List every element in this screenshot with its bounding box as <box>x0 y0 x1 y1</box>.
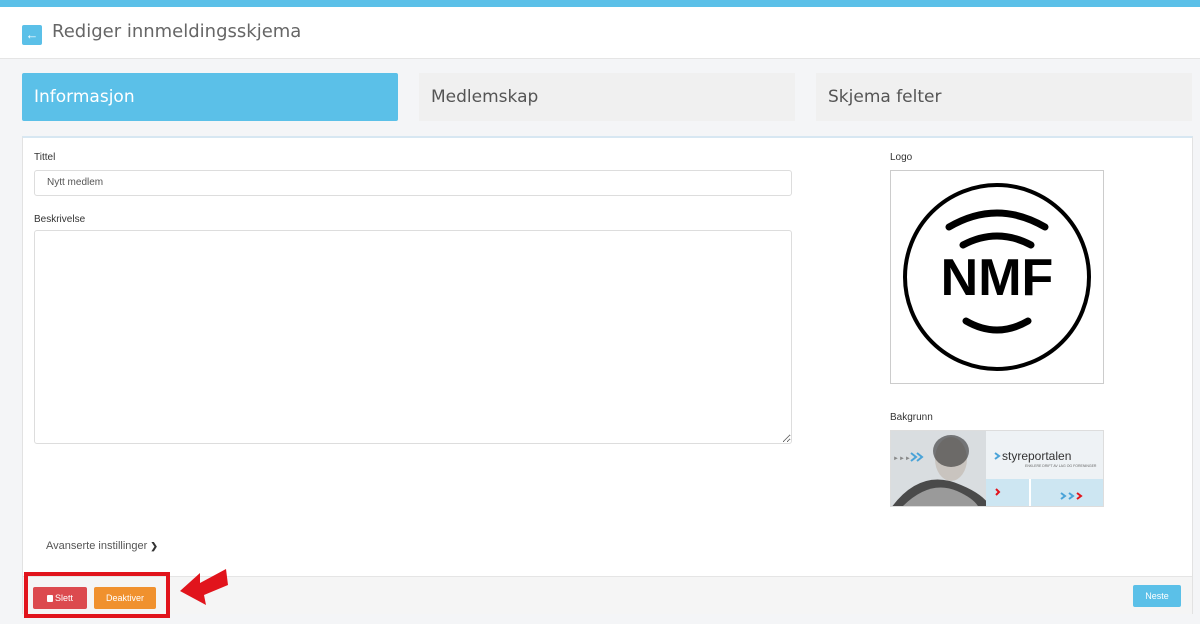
annotation-highlight-box <box>24 572 170 618</box>
page-header: ← Rediger innmeldingsskjema <box>0 7 1200 59</box>
back-button[interactable]: ← <box>22 25 42 45</box>
title-input[interactable]: Nytt medlem <box>34 170 792 196</box>
background-tagline-text: ENKLERE DRIFT AV LAG OG FORENINGER <box>1025 464 1097 468</box>
background-image: ►►► styreportalen ENKLERE DRIFT AV LAG O… <box>891 431 1103 506</box>
chevron-down-icon: ❯ <box>150 541 158 551</box>
advanced-settings-toggle[interactable]: Avanserte instillinger ❯ <box>46 540 158 552</box>
background-upload[interactable]: ►►► styreportalen ENKLERE DRIFT AV LAG O… <box>890 430 1104 507</box>
tab-skjema-felter[interactable]: Skjema felter <box>816 73 1192 121</box>
svg-text:►►►: ►►► <box>893 456 911 462</box>
background-brand-text: styreportalen <box>1002 449 1071 463</box>
nmf-logo: NMF <box>903 183 1091 371</box>
title-label: Tittel <box>34 152 56 163</box>
logo-text: NMF <box>941 249 1054 307</box>
background-label: Bakgrunn <box>890 412 933 423</box>
tab-medlemskap[interactable]: Medlemskap <box>419 73 795 121</box>
arrow-left-icon: ← <box>25 27 39 42</box>
description-label: Beskrivelse <box>34 214 86 225</box>
description-textarea[interactable] <box>34 230 792 444</box>
top-accent-bar <box>0 0 1200 7</box>
logo-label: Logo <box>890 152 913 163</box>
advanced-settings-label: Avanserte instillinger <box>46 540 148 552</box>
page-title: Rediger innmeldingsskjema <box>52 21 302 42</box>
annotation-arrow-icon <box>180 569 228 605</box>
next-button[interactable]: Neste <box>1133 585 1181 607</box>
logo-upload[interactable]: NMF <box>890 170 1104 384</box>
tab-informasjon[interactable]: Informasjon <box>22 73 398 121</box>
form-panel: Tittel Nytt medlem Beskrivelse Logo NMF … <box>22 136 1193 614</box>
